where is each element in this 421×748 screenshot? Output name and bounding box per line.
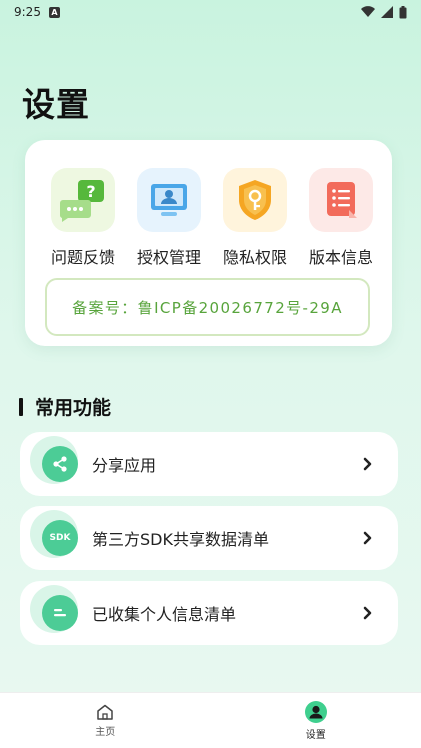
nav-tab-label: 主页 xyxy=(95,726,116,738)
bottom-navigation: 主页 设置 xyxy=(0,692,421,748)
chevron-right-icon xyxy=(356,457,380,471)
quick-action-version[interactable]: 版本信息 xyxy=(301,168,381,268)
nav-tab-settings[interactable]: 设置 xyxy=(211,693,421,748)
section-marker xyxy=(19,397,23,416)
status-time: 9:25 xyxy=(14,5,41,19)
quick-action-label: 问题反馈 xyxy=(50,248,115,267)
quick-action-feedback[interactable]: ? 问题反馈 xyxy=(43,168,123,268)
list-item-label: 分享应用 xyxy=(92,456,157,475)
nav-tab-label: 设置 xyxy=(305,729,326,741)
page-title: 设置 xyxy=(22,85,90,124)
list-item-share-app[interactable]: 分享应用 xyxy=(20,432,398,496)
info-list-icon xyxy=(42,595,78,631)
feedback-chat-icon: ? xyxy=(51,168,115,232)
quick-actions-card: ? 问题反馈 授权管理 隐私权限 版本信息 备案号：鲁ICP备20026772号… xyxy=(25,140,392,346)
section-title: 常用功能 xyxy=(35,397,112,419)
notification-icon: A xyxy=(48,6,60,18)
list-item-personal-info[interactable]: 已收集个人信息清单 xyxy=(20,581,398,645)
quick-action-label: 隐私权限 xyxy=(222,248,287,267)
wifi-icon xyxy=(361,6,375,18)
shield-key-icon xyxy=(223,168,287,232)
user-profile-icon xyxy=(304,700,327,723)
chevron-right-icon xyxy=(356,606,380,620)
quick-action-label: 版本信息 xyxy=(308,248,373,267)
chevron-right-icon xyxy=(356,531,380,545)
list-item-third-party-sdk[interactable]: SDK 第三方SDK共享数据清单 xyxy=(20,506,398,570)
sdk-icon-text: SDK xyxy=(49,533,71,543)
quick-action-label: 授权管理 xyxy=(136,248,201,267)
quick-action-privacy[interactable]: 隐私权限 xyxy=(215,168,295,268)
list-item-label: 已收集个人信息清单 xyxy=(92,605,237,624)
list-item-label: 第三方SDK共享数据清单 xyxy=(92,530,269,549)
nav-tab-home[interactable]: 主页 xyxy=(0,693,211,748)
svg-text:?: ? xyxy=(86,182,95,201)
share-icon xyxy=(42,446,78,482)
status-bar: 9:25 A xyxy=(0,0,421,24)
icp-record-text: 备案号：鲁ICP备20026772号-29A xyxy=(72,298,343,317)
signal-icon xyxy=(381,6,393,18)
document-list-icon xyxy=(309,168,373,232)
monitor-user-icon xyxy=(137,168,201,232)
icp-record-box[interactable]: 备案号：鲁ICP备20026772号-29A xyxy=(45,278,370,336)
home-icon xyxy=(97,704,113,720)
sdk-icon: SDK xyxy=(42,520,78,556)
battery-icon xyxy=(399,5,407,18)
quick-action-authorization[interactable]: 授权管理 xyxy=(129,168,209,268)
section-header: 常用功能 xyxy=(19,393,111,420)
